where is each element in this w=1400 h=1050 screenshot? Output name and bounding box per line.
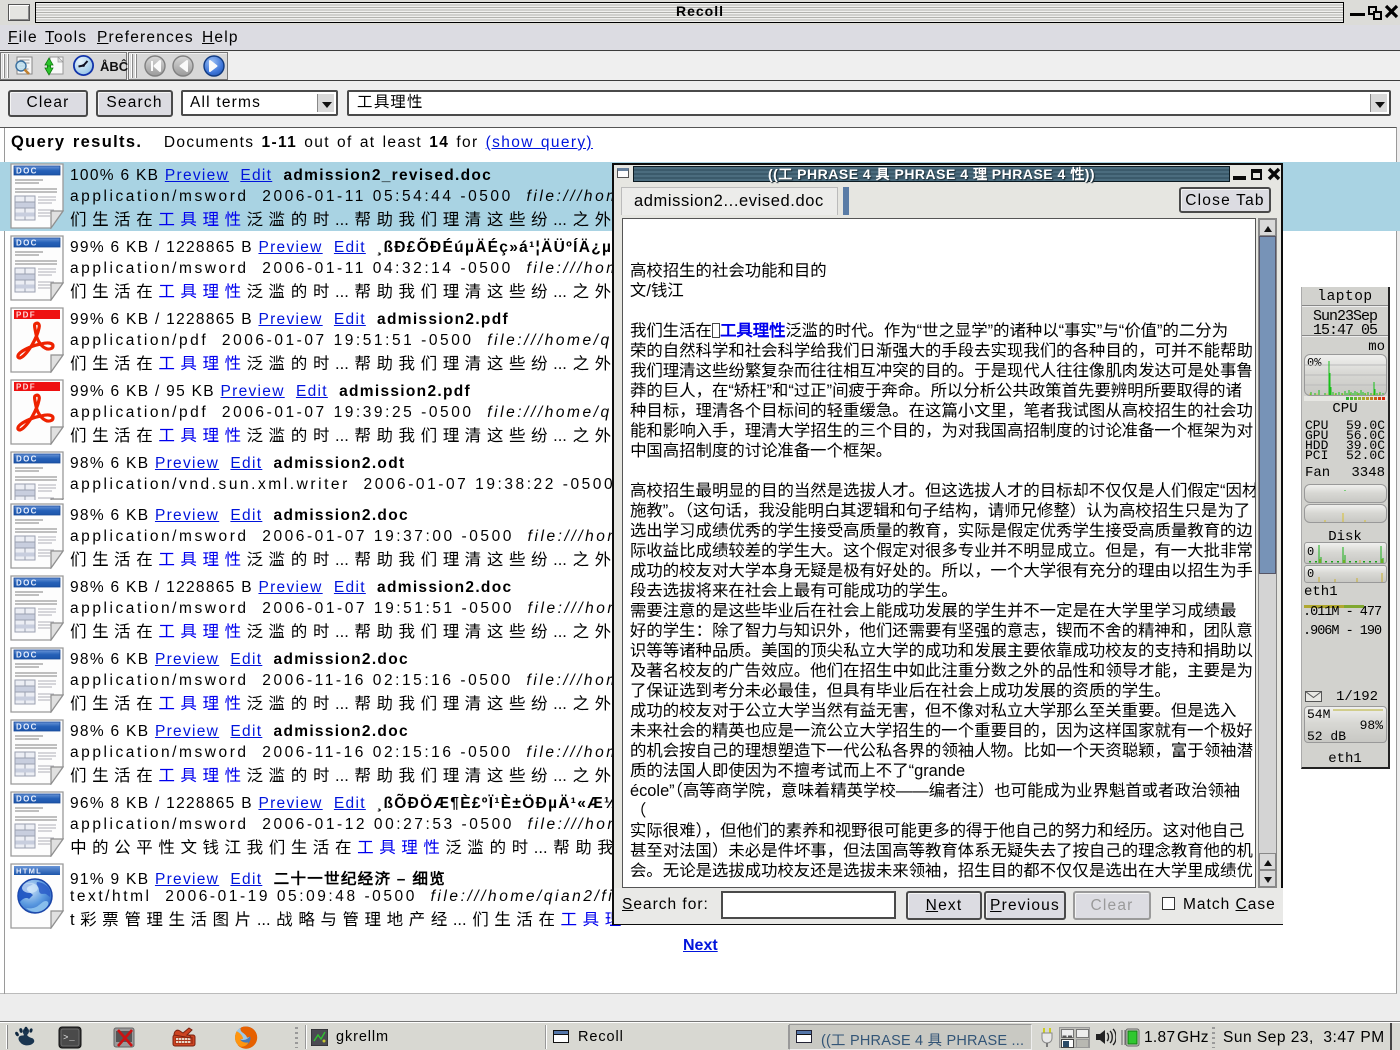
svg-text:DOC: DOC [16, 239, 38, 248]
svg-text:PDF: PDF [16, 311, 36, 320]
svg-text:DOC: DOC [16, 455, 38, 464]
svg-text:DOC: DOC [16, 579, 38, 588]
svg-text:>_: >_ [63, 1033, 76, 1043]
svg-text:DOC: DOC [16, 723, 38, 732]
svg-text:DOC: DOC [16, 167, 38, 176]
svg-text:PDF: PDF [16, 383, 36, 392]
svg-text:DOC: DOC [16, 651, 38, 660]
svg-text:HTML: HTML [16, 867, 42, 876]
svg-text:DOC: DOC [16, 507, 38, 516]
svg-text:DOC: DOC [16, 795, 38, 804]
